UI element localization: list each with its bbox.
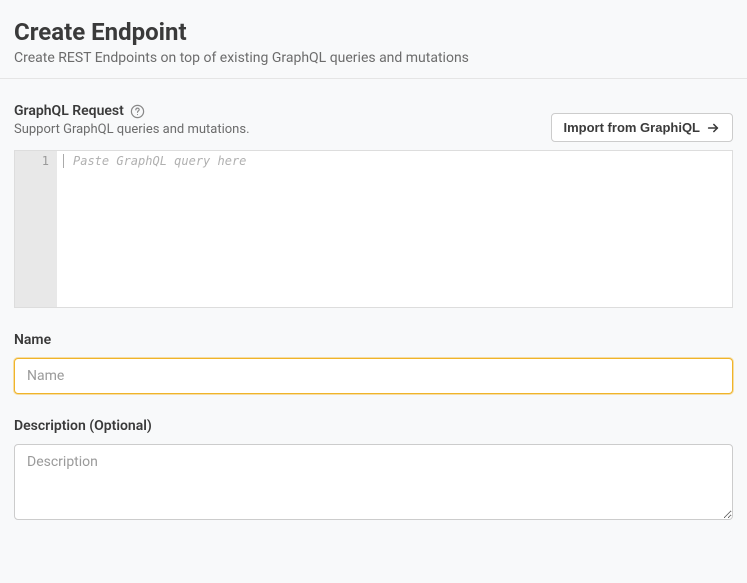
graphql-request-group: GraphQL Request Support GraphQL queries … xyxy=(14,103,733,308)
code-cursor xyxy=(63,154,64,168)
description-input[interactable] xyxy=(14,444,733,520)
graphql-code-editor[interactable]: 1 Paste GraphQL query here xyxy=(14,150,733,308)
description-group: Description (Optional) xyxy=(14,418,733,524)
graphql-label-line: GraphQL Request xyxy=(14,103,250,119)
name-input[interactable] xyxy=(14,358,733,394)
page-title: Create Endpoint xyxy=(14,18,733,46)
graphql-request-label: GraphQL Request xyxy=(14,103,124,119)
name-label: Name xyxy=(14,332,733,348)
code-gutter: 1 xyxy=(15,151,57,307)
graphql-header-row: GraphQL Request Support GraphQL queries … xyxy=(14,103,733,142)
page-subtitle: Create REST Endpoints on top of existing… xyxy=(14,50,733,66)
arrow-right-icon xyxy=(706,121,720,135)
help-icon[interactable] xyxy=(130,104,145,119)
code-area[interactable]: Paste GraphQL query here xyxy=(57,151,732,307)
import-from-graphiql-button[interactable]: Import from GraphiQL xyxy=(551,113,734,142)
graphql-label-block: GraphQL Request Support GraphQL queries … xyxy=(14,103,250,137)
description-label: Description (Optional) xyxy=(14,418,733,434)
content-area: GraphQL Request Support GraphQL queries … xyxy=(0,79,747,562)
page-header: Create Endpoint Create REST Endpoints on… xyxy=(0,0,747,79)
graphql-help-text: Support GraphQL queries and mutations. xyxy=(14,122,250,137)
import-button-label: Import from GraphiQL xyxy=(564,120,701,135)
code-placeholder: Paste GraphQL query here xyxy=(73,154,246,168)
name-group: Name xyxy=(14,332,733,394)
line-number-1: 1 xyxy=(15,154,49,168)
